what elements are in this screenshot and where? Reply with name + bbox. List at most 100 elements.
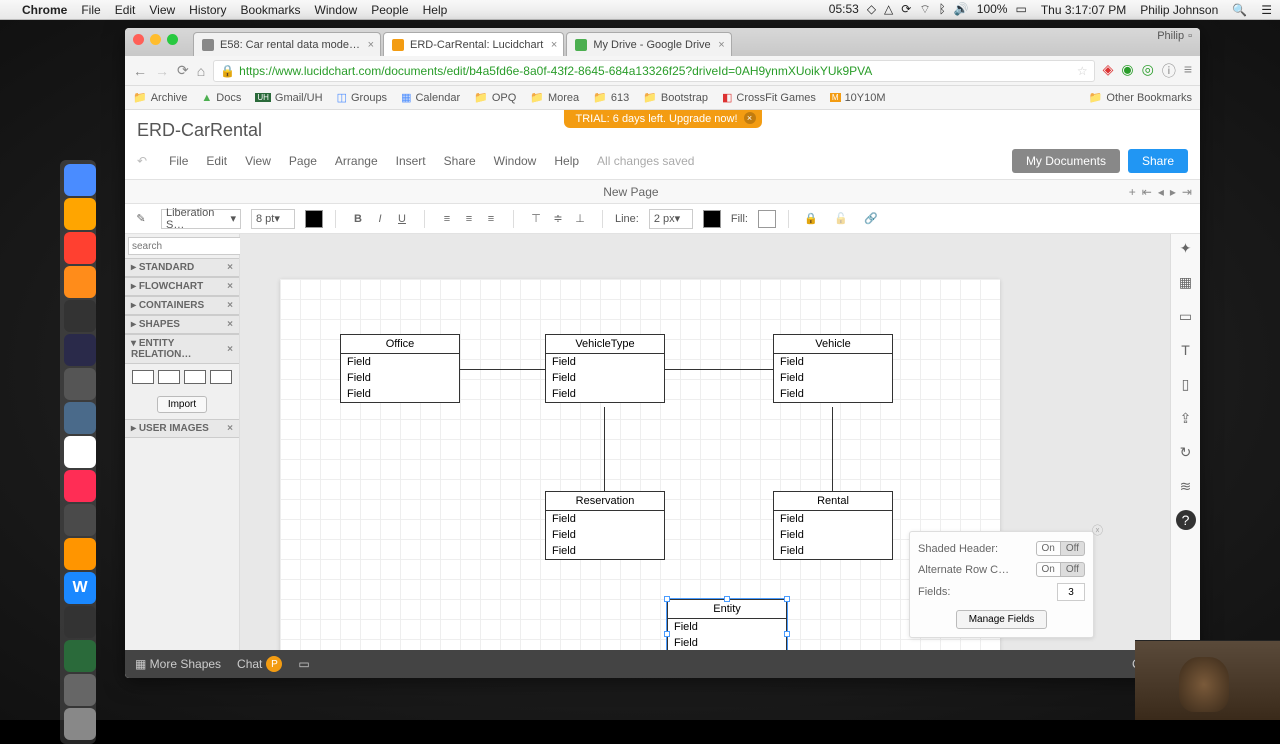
underline-icon[interactable]: U <box>392 209 412 229</box>
drive-icon[interactable]: △ <box>884 2 893 17</box>
close-tab-icon[interactable]: × <box>718 39 724 51</box>
menu-page[interactable]: Page <box>289 154 317 168</box>
bk-bootstrap[interactable]: 📁Bootstrap <box>643 91 708 104</box>
align-center-icon[interactable]: ≡ <box>459 209 479 229</box>
page-canvas[interactable]: Office Field Field Field VehicleType Fie… <box>280 279 1000 650</box>
present-icon[interactable]: ▭ <box>298 657 309 671</box>
dock-item[interactable] <box>64 640 96 672</box>
dock-github-icon[interactable] <box>64 606 96 638</box>
paint-icon[interactable]: ✎ <box>131 209 151 229</box>
entity-office[interactable]: Office Field Field Field <box>340 334 460 403</box>
fields-count-input[interactable] <box>1057 583 1085 601</box>
cat-flowchart[interactable]: ▸ FLOWCHART× <box>125 277 239 296</box>
size-select[interactable]: 8 pt ▾ <box>251 209 295 229</box>
add-page-icon[interactable]: + <box>1129 185 1136 199</box>
username[interactable]: Philip Johnson <box>1140 3 1218 17</box>
close-icon[interactable]: ⓧ <box>1092 522 1103 538</box>
ext-icon[interactable]: ◎ <box>1142 61 1154 81</box>
sync-icon[interactable]: ⟳ <box>901 2 911 17</box>
reload-icon[interactable]: ⟳ <box>177 62 189 79</box>
first-page-icon[interactable]: ⇤ <box>1142 185 1152 199</box>
dock-firefox-icon[interactable] <box>64 266 96 298</box>
prev-page-icon[interactable]: ◂ <box>1158 185 1164 199</box>
dock-item[interactable] <box>64 198 96 230</box>
dock-ide-icon[interactable] <box>64 334 96 366</box>
menu-people[interactable]: People <box>371 3 408 17</box>
bk-docs[interactable]: ▲Docs <box>201 92 241 104</box>
cat-shapes[interactable]: ▸ SHAPES× <box>125 315 239 334</box>
erd-shape[interactable] <box>184 370 206 384</box>
cat-containers[interactable]: ▸ CONTAINERS× <box>125 296 239 315</box>
valign-bot-icon[interactable]: ⊥ <box>570 209 590 229</box>
menu-insert[interactable]: Insert <box>396 154 426 168</box>
entity-reservation[interactable]: Reservation Field Field Field <box>545 491 665 560</box>
page-label[interactable]: New Page <box>603 185 658 199</box>
menu-file[interactable]: File <box>81 3 100 17</box>
dock-finder-icon[interactable] <box>64 164 96 196</box>
link-icon[interactable]: 🔗 <box>861 209 881 229</box>
lock-icon[interactable]: 🔒 <box>801 209 821 229</box>
close-icon[interactable]: × <box>744 112 756 124</box>
bk-archive[interactable]: 📁Archive <box>133 91 187 104</box>
share-button[interactable]: Share <box>1128 149 1188 173</box>
notifications-icon[interactable]: ☰ <box>1261 3 1272 17</box>
close-tab-icon[interactable]: × <box>551 39 557 51</box>
entity-rental[interactable]: Rental Field Field Field <box>773 491 893 560</box>
unlock-icon[interactable]: 🔓 <box>831 209 851 229</box>
bk-morea[interactable]: 📁Morea <box>530 91 579 104</box>
help-icon[interactable]: ? <box>1176 510 1196 530</box>
bk-613[interactable]: 📁613 <box>593 91 629 104</box>
dock-trash-icon[interactable] <box>64 708 96 740</box>
menu-share[interactable]: Share <box>444 154 476 168</box>
bk-gmail[interactable]: UHGmail/UH <box>255 92 322 104</box>
dock-item[interactable] <box>64 368 96 400</box>
connector[interactable] <box>832 407 833 491</box>
my-documents-button[interactable]: My Documents <box>1012 149 1120 173</box>
undo-icon[interactable]: ↶ <box>137 154 147 168</box>
align-right-icon[interactable]: ≡ <box>481 209 501 229</box>
ext-icon[interactable]: ◈ <box>1103 61 1114 81</box>
line-color-swatch[interactable] <box>703 210 721 228</box>
connector[interactable] <box>460 369 545 370</box>
bk-crossfit[interactable]: ◧CrossFit Games <box>722 91 816 104</box>
bk-opq[interactable]: 📁OPQ <box>474 91 516 104</box>
forward-icon[interactable]: → <box>155 63 169 79</box>
tab-drive[interactable]: My Drive - Google Drive× <box>566 32 731 56</box>
menu-window[interactable]: Window <box>494 154 537 168</box>
menu-view[interactable]: View <box>149 3 175 17</box>
erd-shape[interactable] <box>132 370 154 384</box>
manage-fields-button[interactable]: Manage Fields <box>956 610 1048 629</box>
connector[interactable] <box>665 369 773 370</box>
dock-item[interactable] <box>64 504 96 536</box>
bold-icon[interactable]: B <box>348 209 368 229</box>
app-name[interactable]: Chrome <box>22 3 67 17</box>
menu-view[interactable]: View <box>245 154 271 168</box>
entity-vehicletype[interactable]: VehicleType Field Field Field <box>545 334 665 403</box>
maximize-icon[interactable] <box>167 34 178 45</box>
altrow-toggle[interactable]: OnOff <box>1036 562 1086 577</box>
dock-word-icon[interactable]: W <box>64 572 96 604</box>
line-width-select[interactable]: 2 px ▾ <box>649 209 693 229</box>
bk-calendar[interactable]: ▦Calendar <box>401 91 460 104</box>
dock-terminal-icon[interactable] <box>64 300 96 332</box>
navigator-icon[interactable]: ✦ <box>1176 238 1196 258</box>
back-icon[interactable]: ← <box>133 63 147 79</box>
menu-edit[interactable]: Edit <box>115 3 136 17</box>
entity-new-selected[interactable]: Entity Field Field Field <box>667 599 787 650</box>
text-color-swatch[interactable] <box>305 210 323 228</box>
text-icon[interactable]: T <box>1176 340 1196 360</box>
dock-item[interactable] <box>64 402 96 434</box>
import-button[interactable]: Import <box>157 396 207 413</box>
chat-button[interactable]: Chat P <box>237 656 282 672</box>
menu-edit[interactable]: Edit <box>206 154 227 168</box>
cat-userimages[interactable]: ▸ USER IMAGES× <box>125 419 239 438</box>
dock-chrome-icon[interactable] <box>64 232 96 264</box>
align-left-icon[interactable]: ≡ <box>437 209 457 229</box>
chrome-profile[interactable]: Philip ▫ <box>1157 30 1192 42</box>
fill-color-swatch[interactable] <box>758 210 776 228</box>
home-icon[interactable]: ⌂ <box>197 63 205 79</box>
more-shapes-button[interactable]: ▦ More Shapes <box>135 657 221 671</box>
close-tab-icon[interactable]: × <box>368 39 374 51</box>
valign-top-icon[interactable]: ⊤ <box>526 209 546 229</box>
valign-mid-icon[interactable]: ≑ <box>548 209 568 229</box>
